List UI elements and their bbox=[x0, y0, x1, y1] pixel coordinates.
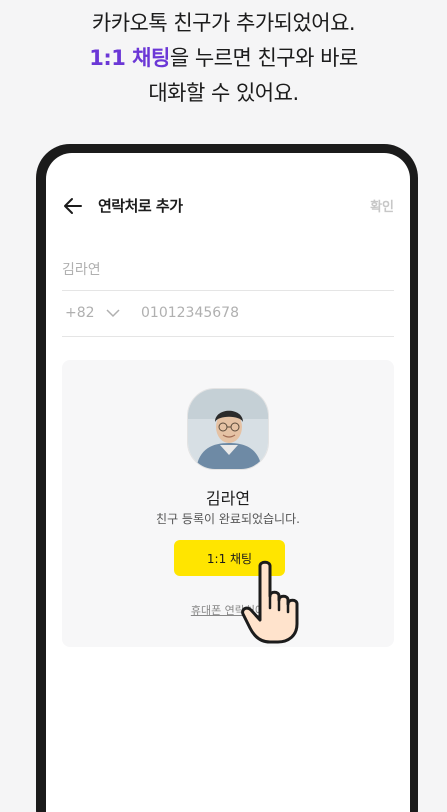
caption-line-2-rest: 을 누르면 친구와 바로 bbox=[169, 46, 358, 70]
phone-field[interactable]: +82 01012345678 bbox=[62, 301, 394, 337]
caption-line-1: 카카오톡 친구가 추가되었어요. bbox=[91, 11, 356, 35]
app-bar: 연락처로 추가 확인 bbox=[46, 191, 410, 221]
page-title: 연락처로 추가 bbox=[98, 197, 183, 215]
arrow-left-icon[interactable] bbox=[62, 195, 84, 217]
friend-name: 김라연 bbox=[205, 489, 251, 508]
caption-line-2: 1:1 채팅을 누르면 친구와 바로 bbox=[0, 41, 447, 76]
caption-highlight: 1:1 채팅 bbox=[89, 46, 170, 70]
chevron-down-icon[interactable] bbox=[106, 308, 120, 318]
avatar bbox=[187, 388, 269, 470]
name-field[interactable]: 김라연 bbox=[62, 255, 394, 291]
tutorial-caption: 카카오톡 친구가 추가되었어요. 1:1 채팅을 누르면 친구와 바로 대화할 … bbox=[0, 6, 447, 111]
friend-added-card: 김라연 친구 등록이 완료되었습니다. 1:1 채팅 휴대폰 연락처에 bbox=[62, 360, 394, 647]
phone-screen: 연락처로 추가 확인 김라연 +82 01012345678 김라연 친구 등록… bbox=[46, 153, 410, 812]
country-code-select[interactable]: +82 bbox=[65, 305, 95, 321]
confirm-button[interactable]: 확인 bbox=[370, 196, 394, 215]
friend-added-status: 친구 등록이 완료되었습니다. bbox=[156, 512, 300, 526]
pointing-hand-icon bbox=[241, 560, 299, 644]
save-to-phone-contacts-link[interactable]: 휴대폰 연락처에 bbox=[62, 602, 394, 618]
caption-line-3: 대화할 수 있어요. bbox=[148, 81, 299, 105]
phone-number-input[interactable]: 01012345678 bbox=[141, 305, 239, 321]
